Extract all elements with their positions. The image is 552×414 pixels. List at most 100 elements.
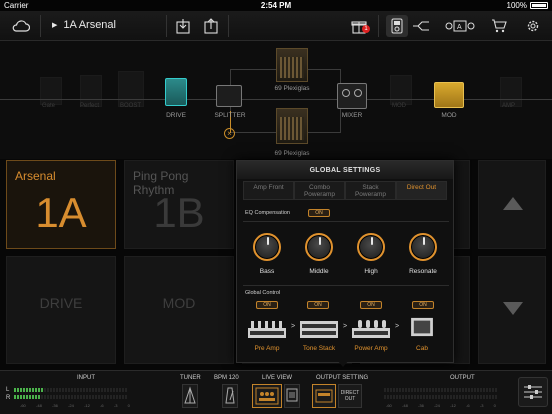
amp-view-button[interactable] [284, 384, 300, 408]
meter-segment [450, 395, 452, 399]
metronome-button[interactable] [222, 384, 238, 408]
tab-combo-poweramp[interactable]: Combo Poweramp [294, 181, 345, 200]
amp-top[interactable] [276, 48, 308, 82]
meter-segment [495, 395, 497, 399]
meter-segment [471, 395, 473, 399]
meter-segment [405, 388, 407, 392]
mixer-unit[interactable] [337, 83, 367, 109]
input-label: INPUT [77, 375, 95, 381]
tab-amp-front[interactable]: Amp Front [243, 181, 294, 200]
meter-segment [59, 395, 61, 399]
meter-segment [486, 395, 488, 399]
meter-segment [104, 395, 106, 399]
meter-segment [438, 388, 440, 392]
live-view-button[interactable] [252, 384, 282, 408]
tone-stack-icon [300, 321, 338, 338]
io-config-icon[interactable]: A [444, 15, 476, 37]
meter-segment [56, 388, 58, 392]
preset-name: 1A Arsenal [63, 19, 116, 31]
eq-compensation-toggle[interactable]: ON [308, 209, 330, 217]
gear-icon[interactable] [522, 15, 544, 37]
scroll-up-button[interactable] [478, 160, 546, 249]
resonate-knob[interactable] [409, 233, 437, 261]
stomp-cell-drive[interactable]: DRIVE [6, 256, 116, 364]
mod-pedal[interactable] [434, 82, 464, 108]
chevron-right-icon: > [343, 323, 348, 330]
tone-stack-toggle[interactable]: ON [307, 301, 329, 309]
signal-path-icon[interactable] [410, 15, 432, 37]
ghost-label: Gate [42, 103, 56, 109]
meter-segment [122, 388, 124, 392]
meter-tick-label: 0 [493, 403, 496, 408]
meter-segment [429, 388, 431, 392]
meter-segment [417, 388, 419, 392]
direct-out-label: DIRECT OUT [340, 390, 360, 402]
tuner-label: TUNER [180, 375, 201, 381]
amp-bottom[interactable] [276, 108, 308, 144]
meter-segment [92, 388, 94, 392]
meter-segment [432, 395, 434, 399]
direct-out-button[interactable]: DIRECT OUT [338, 384, 362, 408]
close-icon[interactable]: × [224, 128, 235, 139]
preset-cell-1a[interactable]: Arsenal 1A [6, 160, 116, 249]
pedalboard-view-icon[interactable] [386, 15, 408, 37]
meter-segment [459, 395, 461, 399]
preset-selector[interactable]: ▶ 1A Arsenal [52, 19, 116, 31]
output-device-icon [315, 389, 333, 403]
meter-segment [119, 395, 121, 399]
meter-segment [47, 388, 49, 392]
meter-segment [402, 388, 404, 392]
meter-segment [38, 395, 40, 399]
metronome-icon [225, 387, 235, 404]
tab-direct-out[interactable]: Direct Out [396, 181, 447, 200]
tab-stack-poweramp[interactable]: Stack Poweramp [345, 181, 396, 200]
meter-segment [119, 388, 121, 392]
live-view-label: LIVE VIEW [262, 375, 293, 381]
input-meter-right [14, 395, 127, 399]
preset-cell-title: Arsenal [15, 169, 56, 183]
bass-knob[interactable] [253, 233, 281, 261]
meter-segment [50, 395, 52, 399]
popup-pointer [337, 360, 349, 367]
output-setting-button[interactable] [312, 384, 336, 408]
cloud-icon[interactable] [10, 15, 32, 37]
meter-segment [41, 388, 43, 392]
gift-icon[interactable]: 1 [348, 15, 370, 37]
preset-cell-number: 1A [35, 189, 87, 236]
high-knob[interactable] [357, 233, 385, 261]
stomp-cell-mod[interactable]: MOD [124, 256, 234, 364]
meter-segment [29, 388, 31, 392]
high-label: High [364, 268, 378, 275]
meter-tick-label: -6 [100, 403, 104, 408]
meter-segment [86, 395, 88, 399]
meter-segment [384, 388, 386, 392]
import-icon[interactable] [172, 15, 194, 37]
meter-segment [50, 388, 52, 392]
scroll-down-button[interactable] [478, 256, 546, 364]
meter-segment [35, 395, 37, 399]
meter-segment [417, 395, 419, 399]
meter-segment [396, 395, 398, 399]
middle-knob[interactable] [305, 233, 333, 261]
bpm-label: BPM 120 [214, 375, 239, 381]
power-amp-toggle[interactable]: ON [360, 301, 382, 309]
ghost-label: BOOST [120, 103, 142, 109]
meter-segment [477, 388, 479, 392]
splitter-unit[interactable] [216, 85, 242, 107]
meter-segment [492, 388, 494, 392]
meter-segment [474, 388, 476, 392]
share-icon[interactable] [200, 15, 222, 37]
cart-icon[interactable] [488, 15, 510, 37]
meter-segment [441, 388, 443, 392]
pre-amp-toggle[interactable]: ON [256, 301, 278, 309]
meter-tick-label: -60 [386, 403, 392, 408]
drive-pedal[interactable] [165, 78, 187, 106]
cab-toggle[interactable]: ON [412, 301, 434, 309]
meter-segment [104, 388, 106, 392]
meter-segment [435, 395, 437, 399]
preset-cell-1b[interactable]: Ping Pong Rhythm 1B [124, 160, 234, 249]
divider [243, 221, 449, 222]
mixer-settings-button[interactable] [518, 377, 548, 407]
tuner-button[interactable] [182, 384, 198, 408]
toolbar-divider [228, 15, 229, 37]
